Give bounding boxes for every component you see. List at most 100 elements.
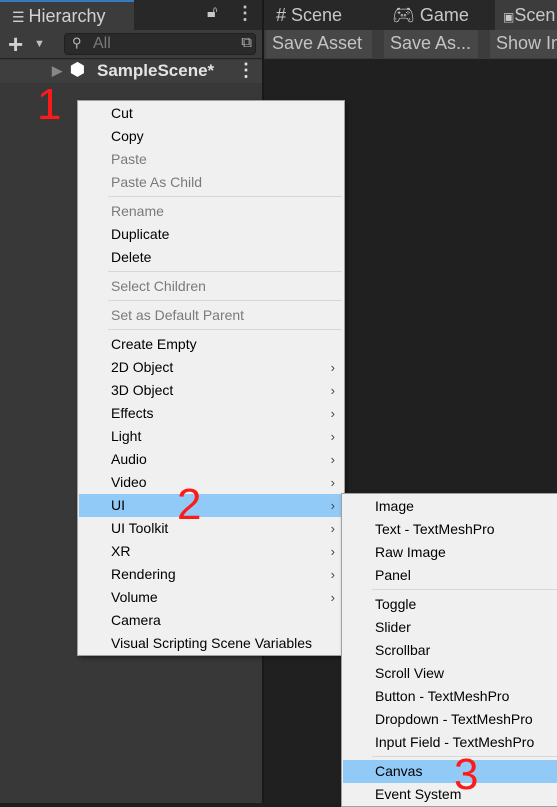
unity-icon: ⬢ [70, 60, 85, 79]
menu-item-panel[interactable]: Panel [343, 564, 557, 587]
chevron-down-icon[interactable]: ▼ [34, 38, 45, 50]
menu-item-delete[interactable]: Delete [79, 246, 343, 269]
menu-item-rename[interactable]: Rename [79, 200, 343, 223]
view-tabs: # Scene 🎮︎ Game ▣Scen [264, 0, 557, 30]
menu-item-copy[interactable]: Copy [79, 125, 343, 148]
menu-item-label: Dropdown - TextMeshPro [375, 711, 533, 727]
menu-item-label: Scroll View [375, 665, 444, 681]
menu-item-label: 3D Object [111, 382, 174, 398]
chevron-right-icon: › [330, 406, 335, 421]
menu-item-label: Toggle [375, 596, 417, 612]
tab-hierarchy[interactable]: ☰ Hierarchy [0, 0, 134, 30]
menu-item-scrollbar[interactable]: Scrollbar [343, 639, 557, 662]
menu-item-label: Delete [111, 249, 152, 265]
tab-scene[interactable]: # Scene [276, 5, 342, 26]
menu-item-volume[interactable]: Volume › [79, 586, 343, 609]
ui-submenu: Image Text - TextMeshPro Raw Image Panel Tog… [341, 493, 557, 807]
context-menu: Cut Copy Paste Paste As Child Rename Duplicat… [77, 100, 345, 656]
add-icon[interactable]: + [8, 29, 23, 60]
menu-item-label: Image [375, 498, 414, 514]
menu-item-2d-object[interactable]: 2D Object › [79, 356, 343, 379]
menu-item-label: Panel [375, 567, 411, 583]
annotation-3: 3 [454, 750, 479, 799]
menu-item-audio[interactable]: Audio › [79, 448, 343, 471]
menu-item-label: Input Field - TextMeshPro [375, 734, 535, 750]
chevron-right-icon: › [330, 521, 335, 536]
menu-item-label: Duplicate [111, 226, 170, 242]
save-asset-button[interactable]: Save Asset [266, 30, 372, 58]
menu-item-label: Audio [111, 451, 147, 467]
chevron-right-icon: › [330, 544, 335, 559]
list-icon: ☰ [12, 9, 29, 25]
search-input[interactable]: ⚲ All ⧉ [64, 33, 256, 55]
menu-item-label: Paste As Child [111, 174, 203, 190]
chevron-right-icon: › [330, 383, 335, 398]
menu-item-scroll-view[interactable]: Scroll View [343, 662, 557, 685]
menu-item-label: Raw Image [375, 544, 446, 560]
lock-icon[interactable]: 🔓︎ [207, 4, 217, 22]
menu-item-dropdown-textmeshpro[interactable]: Dropdown - TextMeshPro [343, 708, 557, 731]
menu-item-label: Select Children [111, 278, 206, 294]
menu-item-visual-scripting-scene-variables[interactable]: Visual Scripting Scene Variables [79, 632, 343, 655]
menu-item-select-children[interactable]: Select Children [79, 275, 343, 298]
scene-asset-icon: ▣ [503, 10, 515, 24]
chevron-right-icon: › [330, 429, 335, 444]
menu-item-input-field-textmeshpro[interactable]: Input Field - TextMeshPro [343, 731, 557, 754]
annotation-2: 2 [177, 480, 202, 529]
more-icon[interactable]: ⋮ [237, 60, 255, 81]
menu-item-button-textmeshpro[interactable]: Button - TextMeshPro [343, 685, 557, 708]
menu-item-toggle[interactable]: Toggle [343, 593, 557, 616]
annotation-1: 1 [37, 80, 62, 129]
menu-item-label: Copy [111, 128, 144, 144]
menu-item-label: Visual Scripting Scene Variables [111, 635, 313, 651]
menu-item-ui-toolkit[interactable]: UI Toolkit › [79, 517, 343, 540]
gamepad-icon: 🎮︎ [392, 5, 415, 25]
menu-item-create-empty[interactable]: Create Empty [79, 333, 343, 356]
menu-item-label: Camera [111, 612, 161, 628]
chevron-right-icon: › [330, 590, 335, 605]
menu-item-label: XR [111, 543, 131, 559]
save-as-button[interactable]: Save As... [384, 30, 478, 58]
tab-scene-template[interactable]: ▣Scen [495, 0, 557, 30]
menu-item-label: Text - TextMeshPro [375, 521, 495, 537]
menu-item-image[interactable]: Image [343, 495, 557, 518]
search-icon: ⚲ [72, 35, 82, 50]
menu-item-text-textmeshpro[interactable]: Text - TextMeshPro [343, 518, 557, 541]
expand-arrow-icon[interactable]: ▶ [52, 63, 62, 79]
menu-item-label: Button - TextMeshPro [375, 688, 510, 704]
menu-item-paste-as-child[interactable]: Paste As Child [79, 171, 343, 194]
tab-game[interactable]: 🎮︎ Game [392, 5, 469, 26]
menu-item-label: Video [111, 474, 147, 490]
popout-icon[interactable]: ⧉ [241, 34, 252, 51]
menu-item-label: 2D Object [111, 359, 174, 375]
menu-item-effects[interactable]: Effects › [79, 402, 343, 425]
grid-icon: # [276, 5, 287, 25]
menu-item-light[interactable]: Light › [79, 425, 343, 448]
menu-item-label: Event System [375, 786, 462, 802]
menu-item-label: Effects [111, 405, 154, 421]
menu-item-label: Canvas [375, 763, 423, 779]
menu-item-canvas[interactable]: Canvas [343, 760, 557, 783]
menu-item-3d-object[interactable]: 3D Object › [79, 379, 343, 402]
menu-item-label: Rename [111, 203, 164, 219]
menu-item-set-as-default-parent[interactable]: Set as Default Parent [79, 304, 343, 327]
menu-item-paste[interactable]: Paste [79, 148, 343, 171]
menu-item-xr[interactable]: XR › [79, 540, 343, 563]
menu-item-raw-image[interactable]: Raw Image [343, 541, 557, 564]
menu-item-slider[interactable]: Slider [343, 616, 557, 639]
menu-item-camera[interactable]: Camera [79, 609, 343, 632]
menu-item-label: Light [111, 428, 142, 444]
chevron-right-icon: › [330, 567, 335, 582]
chevron-right-icon: › [330, 452, 335, 467]
menu-item-label: Volume [111, 589, 158, 605]
more-icon[interactable]: ⋮ [236, 3, 254, 24]
menu-item-ui[interactable]: UI › [79, 494, 343, 517]
menu-item-video[interactable]: Video › [79, 471, 343, 494]
menu-item-label: Set as Default Parent [111, 307, 245, 323]
menu-item-cut[interactable]: Cut [79, 102, 343, 125]
menu-item-duplicate[interactable]: Duplicate [79, 223, 343, 246]
menu-item-label: UI [111, 497, 125, 513]
chevron-right-icon: › [330, 498, 335, 513]
show-in-button[interactable]: Show In [490, 30, 557, 58]
menu-item-rendering[interactable]: Rendering › [79, 563, 343, 586]
